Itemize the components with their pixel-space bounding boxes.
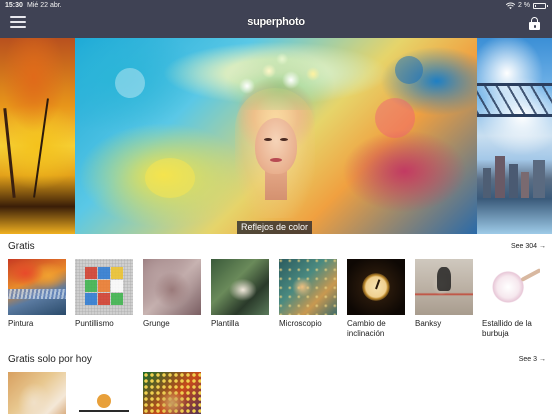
effect-thumbnail bbox=[143, 372, 201, 414]
effect-label: Cambio de inclinación bbox=[347, 319, 386, 338]
effect-card[interactable]: Cambio de inclinación bbox=[347, 259, 405, 339]
effect-card[interactable]: Estallido de la burbuja bbox=[482, 259, 540, 339]
top-bar: 15:30 Mié 22 abr. 2 % superphoto bbox=[0, 0, 552, 38]
effect-card[interactable] bbox=[143, 372, 201, 414]
bridge bbox=[477, 83, 552, 117]
section-header-free-today: Gratis solo por hoy See 3 → bbox=[8, 354, 546, 368]
effect-thumbnail bbox=[347, 259, 405, 315]
section-title: Gratis bbox=[8, 241, 35, 252]
hero-carousel[interactable]: Reflejos de color bbox=[0, 38, 552, 234]
effect-card[interactable]: Microscopio bbox=[279, 259, 337, 329]
lock-icon-keyhole bbox=[533, 25, 536, 28]
app-logo: superphoto bbox=[247, 16, 305, 28]
battery-percent: 2 % bbox=[517, 2, 530, 9]
status-bar: 15:30 Mié 22 abr. 2 % bbox=[0, 0, 552, 11]
effect-thumbnail bbox=[143, 259, 201, 315]
lock-button[interactable] bbox=[529, 17, 540, 30]
effect-card[interactable]: Banksy bbox=[415, 259, 473, 329]
rubiks-cube bbox=[85, 267, 123, 307]
effect-thumbnail bbox=[415, 259, 473, 315]
menu-icon-bar bbox=[10, 20, 26, 23]
effect-label: Banksy bbox=[415, 319, 442, 328]
see-all-link[interactable]: See 304 → bbox=[511, 243, 546, 250]
free-effects-row[interactable]: Pintura Puntillismo Grunge Plantilla Mic… bbox=[8, 259, 552, 359]
wifi-icon bbox=[505, 2, 515, 9]
status-date: Mié 22 abr. bbox=[27, 2, 62, 9]
effect-label: Pintura bbox=[8, 319, 34, 328]
eye bbox=[280, 138, 288, 141]
effect-label: Plantilla bbox=[211, 319, 240, 328]
status-time: 15:30 bbox=[5, 2, 23, 9]
city-skyline bbox=[477, 150, 552, 198]
effect-thumbnail bbox=[279, 259, 337, 315]
eye bbox=[264, 138, 272, 141]
effect-card[interactable] bbox=[8, 372, 66, 414]
hero-caption: Reflejos de color bbox=[237, 221, 313, 234]
flower-crown bbox=[225, 50, 335, 110]
effect-card[interactable] bbox=[75, 372, 133, 414]
carousel-slide-previous[interactable] bbox=[0, 38, 75, 234]
effect-thumbnail bbox=[75, 372, 133, 414]
menu-icon-bar bbox=[10, 25, 26, 28]
neck bbox=[265, 170, 287, 200]
effect-thumbnail bbox=[211, 259, 269, 315]
effect-card[interactable]: Pintura bbox=[8, 259, 66, 329]
carousel-slide-current[interactable] bbox=[75, 38, 477, 234]
effect-card[interactable]: Plantilla bbox=[211, 259, 269, 329]
paint-splash bbox=[395, 56, 423, 84]
menu-icon-bar bbox=[10, 16, 26, 18]
status-right: 2 % bbox=[505, 0, 548, 11]
section-header-free: Gratis See 304 → bbox=[8, 241, 546, 255]
effect-card[interactable]: Grunge bbox=[143, 259, 201, 329]
see-all-link[interactable]: See 3 → bbox=[519, 356, 546, 363]
effect-thumbnail bbox=[75, 259, 133, 315]
portrait-face bbox=[255, 118, 297, 174]
carousel-slide-next[interactable] bbox=[477, 38, 552, 234]
battery-fill bbox=[535, 5, 536, 7]
tree-trunk bbox=[3, 108, 16, 198]
tree-trunk bbox=[33, 98, 49, 198]
effect-thumbnail bbox=[8, 259, 66, 315]
paint-splash bbox=[375, 98, 415, 138]
paint-splash bbox=[145, 158, 195, 198]
battery-icon bbox=[533, 3, 548, 9]
effect-label: Puntillismo bbox=[75, 319, 114, 328]
menu-button[interactable] bbox=[10, 16, 26, 29]
section-title: Gratis solo por hoy bbox=[8, 354, 92, 365]
effect-thumbnail bbox=[8, 372, 66, 414]
effect-card[interactable]: Puntillismo bbox=[75, 259, 133, 329]
effect-thumbnail bbox=[482, 259, 540, 315]
effect-label: Grunge bbox=[143, 319, 170, 328]
effect-label: Estallido de la burbuja bbox=[482, 319, 532, 338]
paint-splash bbox=[115, 68, 145, 98]
lips bbox=[270, 158, 282, 162]
effect-label: Microscopio bbox=[279, 319, 322, 328]
free-today-row[interactable] bbox=[8, 372, 552, 414]
